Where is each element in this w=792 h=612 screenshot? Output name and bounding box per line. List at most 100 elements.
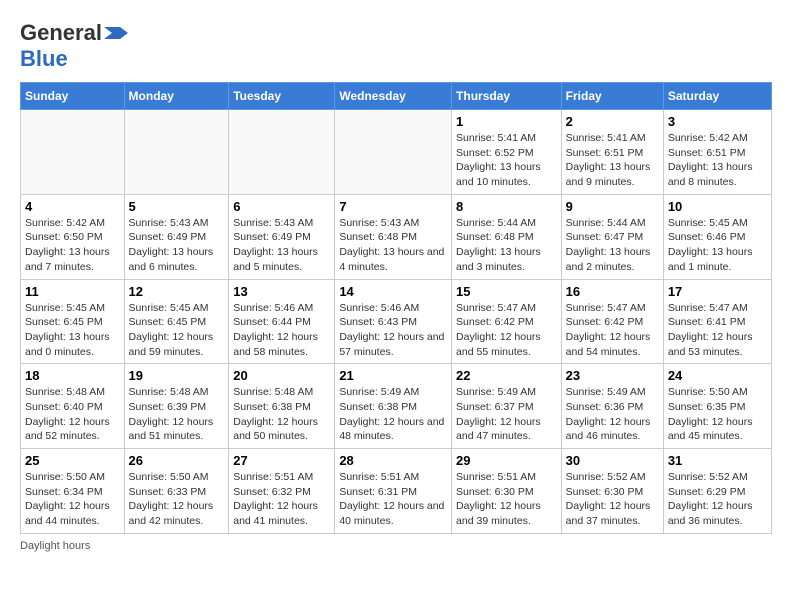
cell-date-number: 11 — [25, 284, 120, 299]
cell-date-number: 9 — [566, 199, 659, 214]
calendar-cell: 12 Sunrise: 5:45 AM Sunset: 6:45 PM Dayli… — [124, 279, 229, 364]
cell-date-number: 1 — [456, 114, 557, 129]
cell-info-text: Sunrise: 5:52 AM Sunset: 6:29 PM Dayligh… — [668, 470, 767, 529]
cell-date-number: 5 — [129, 199, 225, 214]
calendar-cell: 10 Sunrise: 5:45 AM Sunset: 6:46 PM Dayli… — [663, 194, 771, 279]
calendar-cell: 31 Sunrise: 5:52 AM Sunset: 6:29 PM Dayli… — [663, 449, 771, 534]
cell-info-text: Sunrise: 5:48 AM Sunset: 6:39 PM Dayligh… — [129, 385, 225, 444]
day-header-friday: Friday — [561, 83, 663, 110]
cell-date-number: 7 — [339, 199, 447, 214]
cell-date-number: 24 — [668, 368, 767, 383]
cell-date-number: 26 — [129, 453, 225, 468]
day-header-sunday: Sunday — [21, 83, 125, 110]
calendar-cell — [21, 110, 125, 195]
calendar-cell: 15 Sunrise: 5:47 AM Sunset: 6:42 PM Dayli… — [452, 279, 562, 364]
cell-date-number: 23 — [566, 368, 659, 383]
cell-info-text: Sunrise: 5:44 AM Sunset: 6:47 PM Dayligh… — [566, 216, 659, 275]
calendar-cell — [335, 110, 452, 195]
calendar-cell: 25Sunrise: 5:50 AM Sunset: 6:34 PM Dayli… — [21, 449, 125, 534]
calendar-week-3: 11 Sunrise: 5:45 AM Sunset: 6:45 PM Dayli… — [21, 279, 772, 364]
cell-date-number: 31 — [668, 453, 767, 468]
cell-date-number: 13 — [233, 284, 330, 299]
cell-date-number: 29 — [456, 453, 557, 468]
cell-date-number: 20 — [233, 368, 330, 383]
calendar-week-4: 18 Sunrise: 5:48 AM Sunset: 6:40 PM Dayli… — [21, 364, 772, 449]
calendar-cell: 16Sunrise: 5:47 AM Sunset: 6:42 PM Dayli… — [561, 279, 663, 364]
cell-date-number: 10 — [668, 199, 767, 214]
cell-info-text: Sunrise: 5:50 AM Sunset: 6:33 PM Dayligh… — [129, 470, 225, 529]
cell-date-number: 2 — [566, 114, 659, 129]
cell-info-text: Sunrise: 5:51 AM Sunset: 6:32 PM Dayligh… — [233, 470, 330, 529]
cell-info-text: Sunrise: 5:42 AM Sunset: 6:50 PM Dayligh… — [25, 216, 120, 275]
calendar-cell: 8 Sunrise: 5:44 AM Sunset: 6:48 PM Daylig… — [452, 194, 562, 279]
logo-arrow-icon — [104, 27, 128, 39]
cell-date-number: 25 — [25, 453, 120, 468]
calendar-cell: 19 Sunrise: 5:48 AM Sunset: 6:39 PM Dayli… — [124, 364, 229, 449]
cell-info-text: Sunrise: 5:46 AM Sunset: 6:44 PM Dayligh… — [233, 301, 330, 360]
cell-info-text: Sunrise: 5:41 AM Sunset: 6:52 PM Dayligh… — [456, 131, 557, 190]
cell-date-number: 19 — [129, 368, 225, 383]
calendar-header-row: SundayMondayTuesdayWednesdayThursdayFrid… — [21, 83, 772, 110]
cell-info-text: Sunrise: 5:45 AM Sunset: 6:45 PM Dayligh… — [25, 301, 120, 360]
calendar-cell: 28 Sunrise: 5:51 AM Sunset: 6:31 PM Dayli… — [335, 449, 452, 534]
cell-date-number: 12 — [129, 284, 225, 299]
calendar-cell: 24 Sunrise: 5:50 AM Sunset: 6:35 PM Dayli… — [663, 364, 771, 449]
calendar-table: SundayMondayTuesdayWednesdayThursdayFrid… — [20, 82, 772, 534]
cell-date-number: 18 — [25, 368, 120, 383]
cell-info-text: Sunrise: 5:51 AM Sunset: 6:31 PM Dayligh… — [339, 470, 447, 529]
calendar-cell: 17Sunrise: 5:47 AM Sunset: 6:41 PM Dayli… — [663, 279, 771, 364]
day-header-tuesday: Tuesday — [229, 83, 335, 110]
cell-date-number: 22 — [456, 368, 557, 383]
calendar-cell: 30 Sunrise: 5:52 AM Sunset: 6:30 PM Dayli… — [561, 449, 663, 534]
cell-info-text: Sunrise: 5:47 AM Sunset: 6:41 PM Dayligh… — [668, 301, 767, 360]
cell-info-text: Sunrise: 5:49 AM Sunset: 6:37 PM Dayligh… — [456, 385, 557, 444]
calendar-cell — [124, 110, 229, 195]
calendar-week-5: 25Sunrise: 5:50 AM Sunset: 6:34 PM Dayli… — [21, 449, 772, 534]
cell-date-number: 8 — [456, 199, 557, 214]
cell-info-text: Sunrise: 5:47 AM Sunset: 6:42 PM Dayligh… — [456, 301, 557, 360]
cell-info-text: Sunrise: 5:41 AM Sunset: 6:51 PM Dayligh… — [566, 131, 659, 190]
cell-date-number: 3 — [668, 114, 767, 129]
logo: General Blue — [20, 20, 128, 72]
calendar-week-1: 1 Sunrise: 5:41 AM Sunset: 6:52 PM Daylig… — [21, 110, 772, 195]
calendar-cell: 22 Sunrise: 5:49 AM Sunset: 6:37 PM Dayli… — [452, 364, 562, 449]
day-header-monday: Monday — [124, 83, 229, 110]
cell-info-text: Sunrise: 5:51 AM Sunset: 6:30 PM Dayligh… — [456, 470, 557, 529]
cell-info-text: Sunrise: 5:46 AM Sunset: 6:43 PM Dayligh… — [339, 301, 447, 360]
cell-date-number: 27 — [233, 453, 330, 468]
day-header-saturday: Saturday — [663, 83, 771, 110]
cell-date-number: 14 — [339, 284, 447, 299]
cell-date-number: 30 — [566, 453, 659, 468]
calendar-cell: 13 Sunrise: 5:46 AM Sunset: 6:44 PM Dayli… — [229, 279, 335, 364]
cell-info-text: Sunrise: 5:48 AM Sunset: 6:40 PM Dayligh… — [25, 385, 120, 444]
calendar-cell: 23 Sunrise: 5:49 AM Sunset: 6:36 PM Dayli… — [561, 364, 663, 449]
calendar-cell: 3 Sunrise: 5:42 AM Sunset: 6:51 PM Daylig… — [663, 110, 771, 195]
cell-info-text: Sunrise: 5:43 AM Sunset: 6:48 PM Dayligh… — [339, 216, 447, 275]
calendar-cell: 4Sunrise: 5:42 AM Sunset: 6:50 PM Daylig… — [21, 194, 125, 279]
cell-info-text: Sunrise: 5:50 AM Sunset: 6:35 PM Dayligh… — [668, 385, 767, 444]
calendar-cell: 27 Sunrise: 5:51 AM Sunset: 6:32 PM Dayli… — [229, 449, 335, 534]
daylight-hours-label: Daylight hours — [20, 540, 90, 552]
calendar-week-2: 4Sunrise: 5:42 AM Sunset: 6:50 PM Daylig… — [21, 194, 772, 279]
cell-info-text: Sunrise: 5:42 AM Sunset: 6:51 PM Dayligh… — [668, 131, 767, 190]
calendar-cell — [229, 110, 335, 195]
cell-info-text: Sunrise: 5:49 AM Sunset: 6:36 PM Dayligh… — [566, 385, 659, 444]
cell-info-text: Sunrise: 5:49 AM Sunset: 6:38 PM Dayligh… — [339, 385, 447, 444]
calendar-cell: 2 Sunrise: 5:41 AM Sunset: 6:51 PM Daylig… — [561, 110, 663, 195]
cell-info-text: Sunrise: 5:45 AM Sunset: 6:45 PM Dayligh… — [129, 301, 225, 360]
header: General Blue — [20, 20, 772, 72]
calendar-cell: 9 Sunrise: 5:44 AM Sunset: 6:47 PM Daylig… — [561, 194, 663, 279]
calendar-cell: 11 Sunrise: 5:45 AM Sunset: 6:45 PM Dayli… — [21, 279, 125, 364]
calendar-cell: 7 Sunrise: 5:43 AM Sunset: 6:48 PM Daylig… — [335, 194, 452, 279]
cell-date-number: 16 — [566, 284, 659, 299]
cell-info-text: Sunrise: 5:45 AM Sunset: 6:46 PM Dayligh… — [668, 216, 767, 275]
cell-info-text: Sunrise: 5:48 AM Sunset: 6:38 PM Dayligh… — [233, 385, 330, 444]
calendar-cell: 29 Sunrise: 5:51 AM Sunset: 6:30 PM Dayli… — [452, 449, 562, 534]
footer-note: Daylight hours — [20, 540, 772, 552]
calendar-cell: 21Sunrise: 5:49 AM Sunset: 6:38 PM Dayli… — [335, 364, 452, 449]
cell-info-text: Sunrise: 5:52 AM Sunset: 6:30 PM Dayligh… — [566, 470, 659, 529]
cell-date-number: 15 — [456, 284, 557, 299]
calendar-cell: 20 Sunrise: 5:48 AM Sunset: 6:38 PM Dayli… — [229, 364, 335, 449]
cell-date-number: 28 — [339, 453, 447, 468]
cell-info-text: Sunrise: 5:44 AM Sunset: 6:48 PM Dayligh… — [456, 216, 557, 275]
